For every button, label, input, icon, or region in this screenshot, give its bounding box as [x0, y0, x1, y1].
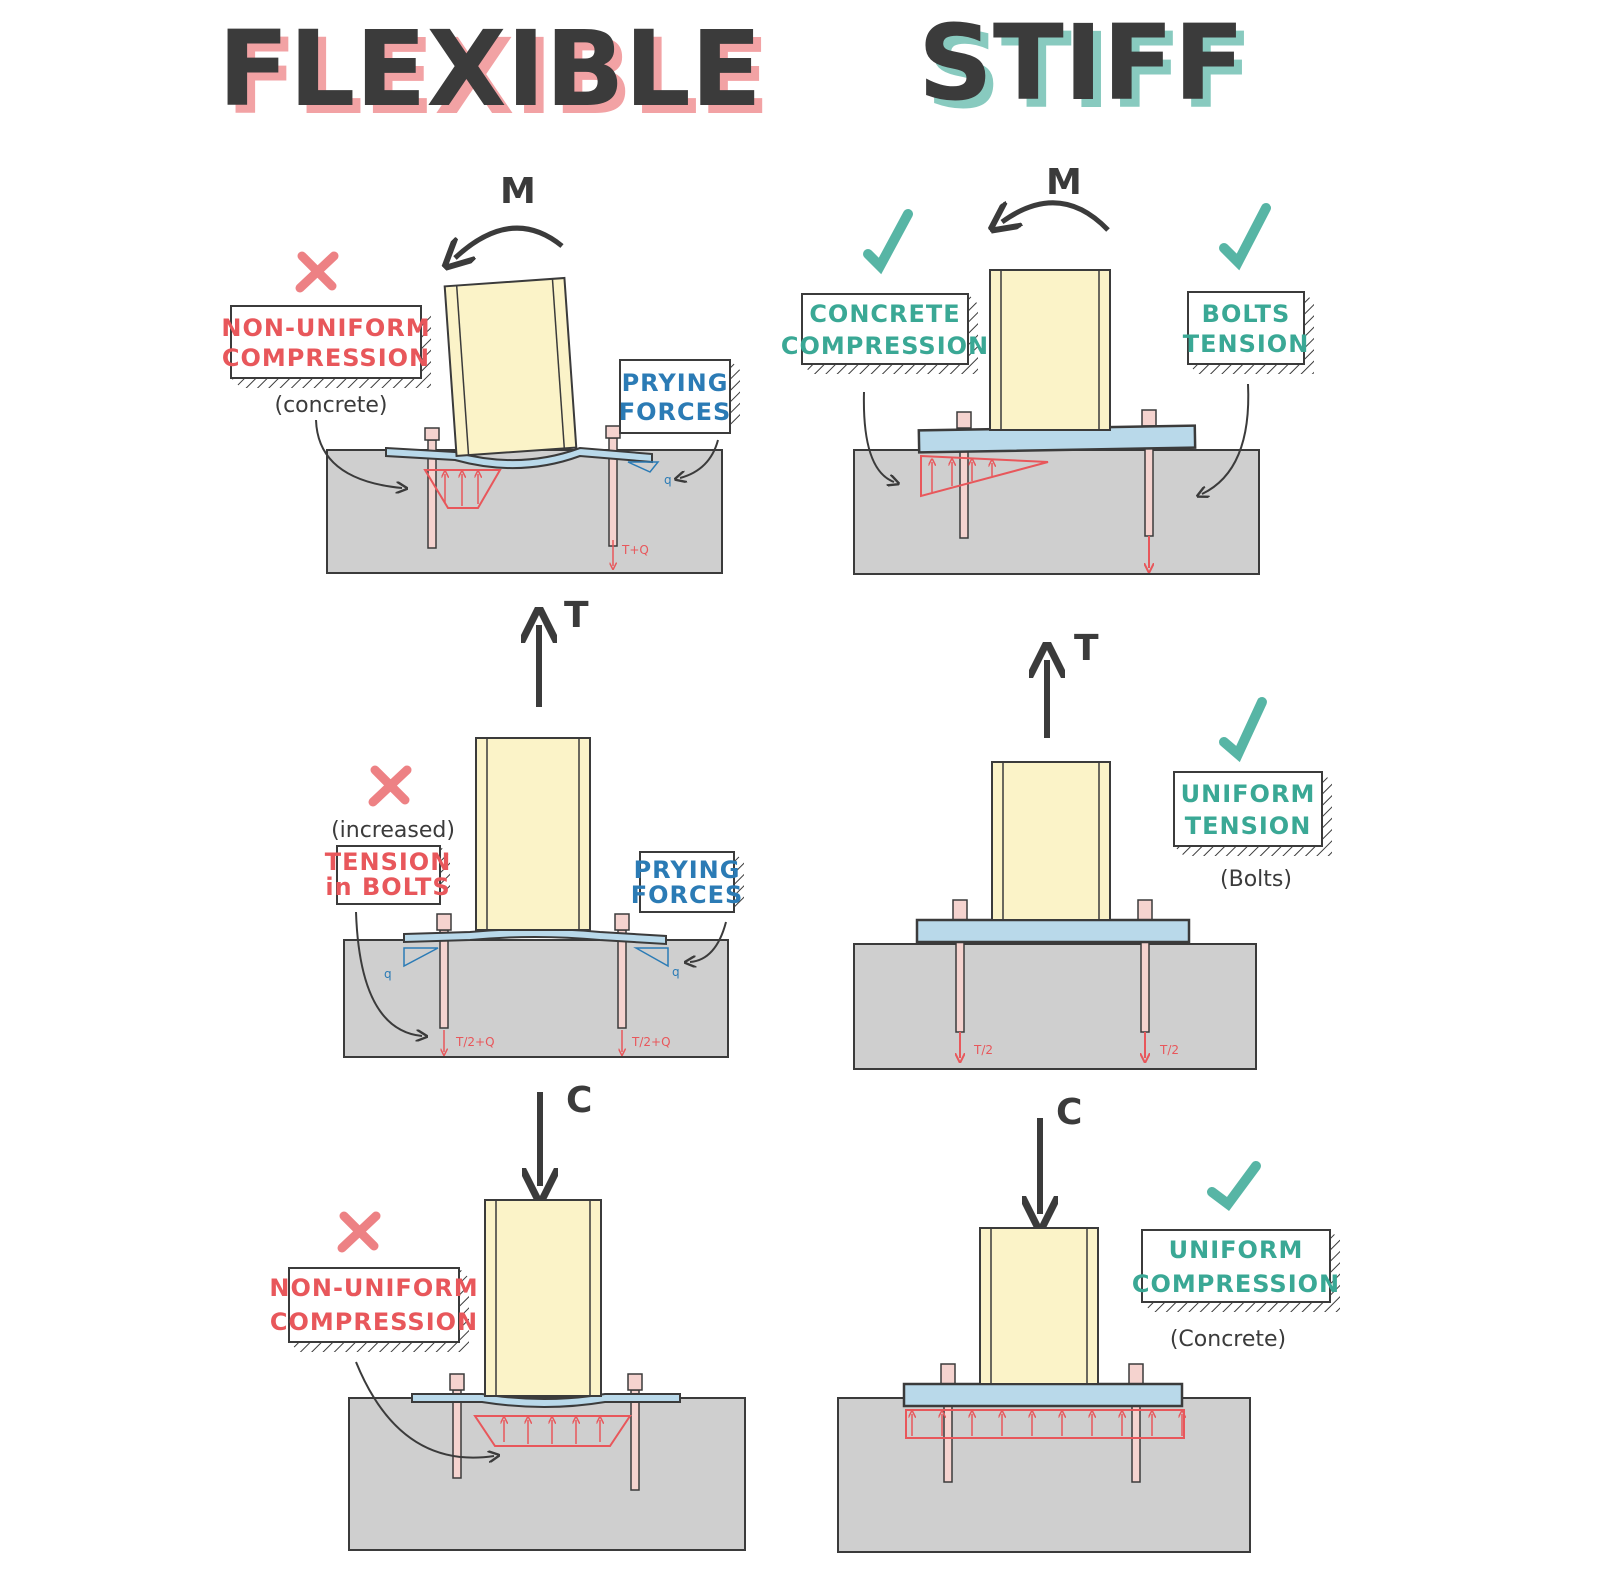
- bolts-tension-box: BOLTS TENSION: [1183, 291, 1314, 374]
- bolt-nut: [614, 913, 630, 931]
- x-mark-icon: [337, 1211, 381, 1253]
- anchor-bolt: [1140, 939, 1150, 1033]
- title-flexible: FLEXIBLE FLEXIBLE: [218, 8, 770, 138]
- box-note: (Bolts): [1220, 867, 1292, 892]
- compression-label: C: [1056, 1092, 1082, 1133]
- anchor-bolt: [617, 929, 627, 1029]
- moment-label: M: [500, 171, 536, 212]
- moment-arrow: [455, 225, 564, 258]
- uniform-compression-box: UNIFORM COMPRESSION: [1132, 1229, 1340, 1312]
- bolt-nut: [605, 425, 621, 439]
- non-uniform-compression-box: NON-UNIFORM COMPRESSION: [221, 305, 431, 388]
- bolt-force-label: T/2: [973, 1043, 993, 1057]
- tension-in-bolts-box: TENSION in BOLTS: [325, 845, 452, 905]
- bolt-nut: [1141, 409, 1157, 427]
- column: [979, 1227, 1099, 1385]
- box-line: PRYING: [634, 856, 741, 884]
- checkmark-icon: [1207, 1161, 1261, 1212]
- stiff-compression-panel: C UNIFORM COMPRESSION (Concrete): [837, 1092, 1340, 1553]
- box-line: PRYING: [622, 369, 729, 397]
- prying-forces-box: PRYING FORCES: [619, 359, 740, 434]
- q-label: q: [672, 965, 680, 979]
- q-label: q: [384, 967, 392, 981]
- bolt-nut: [449, 1373, 465, 1391]
- bolt-nut: [424, 427, 440, 441]
- base-plate: [902, 1382, 1184, 1408]
- bolt-force-label: T/2: [1159, 1043, 1179, 1057]
- title-stiff: STIFF STIFF: [918, 2, 1253, 132]
- anchor-bolt: [1144, 443, 1154, 537]
- box-note: (Concrete): [1170, 1327, 1286, 1352]
- flexible-moment-panel: q T+Q M NON-UNIFORM COMPRESSION (concret…: [221, 171, 740, 574]
- box-line: COMPRESSION: [781, 332, 989, 360]
- anchor-bolt: [630, 1389, 640, 1491]
- box-line: TENSION: [325, 848, 452, 876]
- box-line: FORCES: [631, 881, 744, 909]
- flexible-compression-panel: C NON-UNIFORM COMPRESSION: [269, 1080, 746, 1551]
- box-line: COMPRESSION: [270, 1308, 478, 1336]
- tension-label: T: [564, 595, 589, 636]
- concrete-block: [853, 449, 1260, 575]
- base-plate: [915, 918, 1191, 944]
- bolt-force-label: T/2+Q: [455, 1035, 495, 1049]
- moment-label: M: [1046, 162, 1082, 203]
- diagram-canvas: FLEXIBLE FLEXIBLE STIFF STIFF q T+Q M NO…: [218, 2, 1340, 1553]
- q-label: q: [664, 473, 672, 487]
- bolt-nut: [956, 411, 972, 429]
- tension-label: T: [1074, 628, 1099, 669]
- box-line: in BOLTS: [325, 873, 450, 901]
- box-line: UNIFORM: [1181, 780, 1316, 808]
- box-line: UNIFORM: [1169, 1236, 1304, 1264]
- bolt-nut: [1128, 1363, 1144, 1385]
- checkmark-icon: [1219, 203, 1271, 271]
- column: [443, 276, 578, 458]
- stiff-moment-panel: M CONCRETE COMPRESSION BOLTS TENSION: [781, 162, 1314, 575]
- concrete-block: [348, 1397, 746, 1551]
- box-line: FORCES: [619, 398, 732, 426]
- anchor-bolt: [439, 929, 449, 1029]
- x-mark-icon: [295, 251, 339, 293]
- anchor-bolt: [1131, 1405, 1141, 1483]
- box-line: TENSION: [1185, 812, 1312, 840]
- bolt-nut: [436, 913, 452, 931]
- bolt-force-label: T/2+Q: [631, 1035, 671, 1049]
- checkmark-icon: [1219, 697, 1267, 763]
- title-stiff-text: STIFF: [918, 2, 1245, 124]
- flexible-tension-panel: T q q T/2+Q T/2+Q (increased) TENSION in…: [325, 595, 744, 1058]
- bolt-nut: [940, 1363, 956, 1385]
- box-line: BOLTS: [1202, 300, 1291, 328]
- prying-forces-box: PRYING FORCES: [631, 851, 744, 913]
- box-line: NON-UNIFORM: [269, 1274, 478, 1302]
- column: [475, 737, 591, 931]
- box-line: COMPRESSION: [222, 344, 430, 372]
- x-mark-icon: [368, 765, 412, 807]
- bolt-nut: [952, 899, 968, 921]
- bolt-nut: [1137, 899, 1153, 921]
- concrete-block: [837, 1397, 1251, 1553]
- compression-label: C: [566, 1080, 592, 1121]
- box-note: (concrete): [274, 393, 387, 418]
- moment-arrow: [1002, 200, 1110, 230]
- anchor-bolt: [955, 939, 965, 1033]
- column: [989, 269, 1111, 431]
- column: [991, 761, 1111, 921]
- box-line: TENSION: [1183, 330, 1310, 358]
- box-line: COMPRESSION: [1132, 1270, 1340, 1298]
- box-line: NON-UNIFORM: [221, 314, 430, 342]
- box-line: CONCRETE: [809, 300, 960, 328]
- bolt-force-label: T+Q: [621, 543, 649, 557]
- bolt-nut: [627, 1373, 643, 1391]
- column: [484, 1199, 602, 1397]
- box-note: (increased): [331, 818, 455, 843]
- concrete-compression-box: CONCRETE COMPRESSION: [781, 293, 989, 374]
- stiff-tension-panel: T T/2 T/2 UNIFORM TENSION (Bolts): [853, 628, 1332, 1070]
- uniform-tension-box: UNIFORM TENSION: [1173, 771, 1332, 856]
- concrete-block: [853, 943, 1257, 1070]
- anchor-bolt: [452, 1389, 462, 1479]
- anchor-bolt: [943, 1405, 953, 1483]
- title-flexible-text: FLEXIBLE: [218, 8, 762, 130]
- checkmark-icon: [863, 209, 913, 275]
- non-uniform-compression-box: NON-UNIFORM COMPRESSION: [269, 1267, 478, 1352]
